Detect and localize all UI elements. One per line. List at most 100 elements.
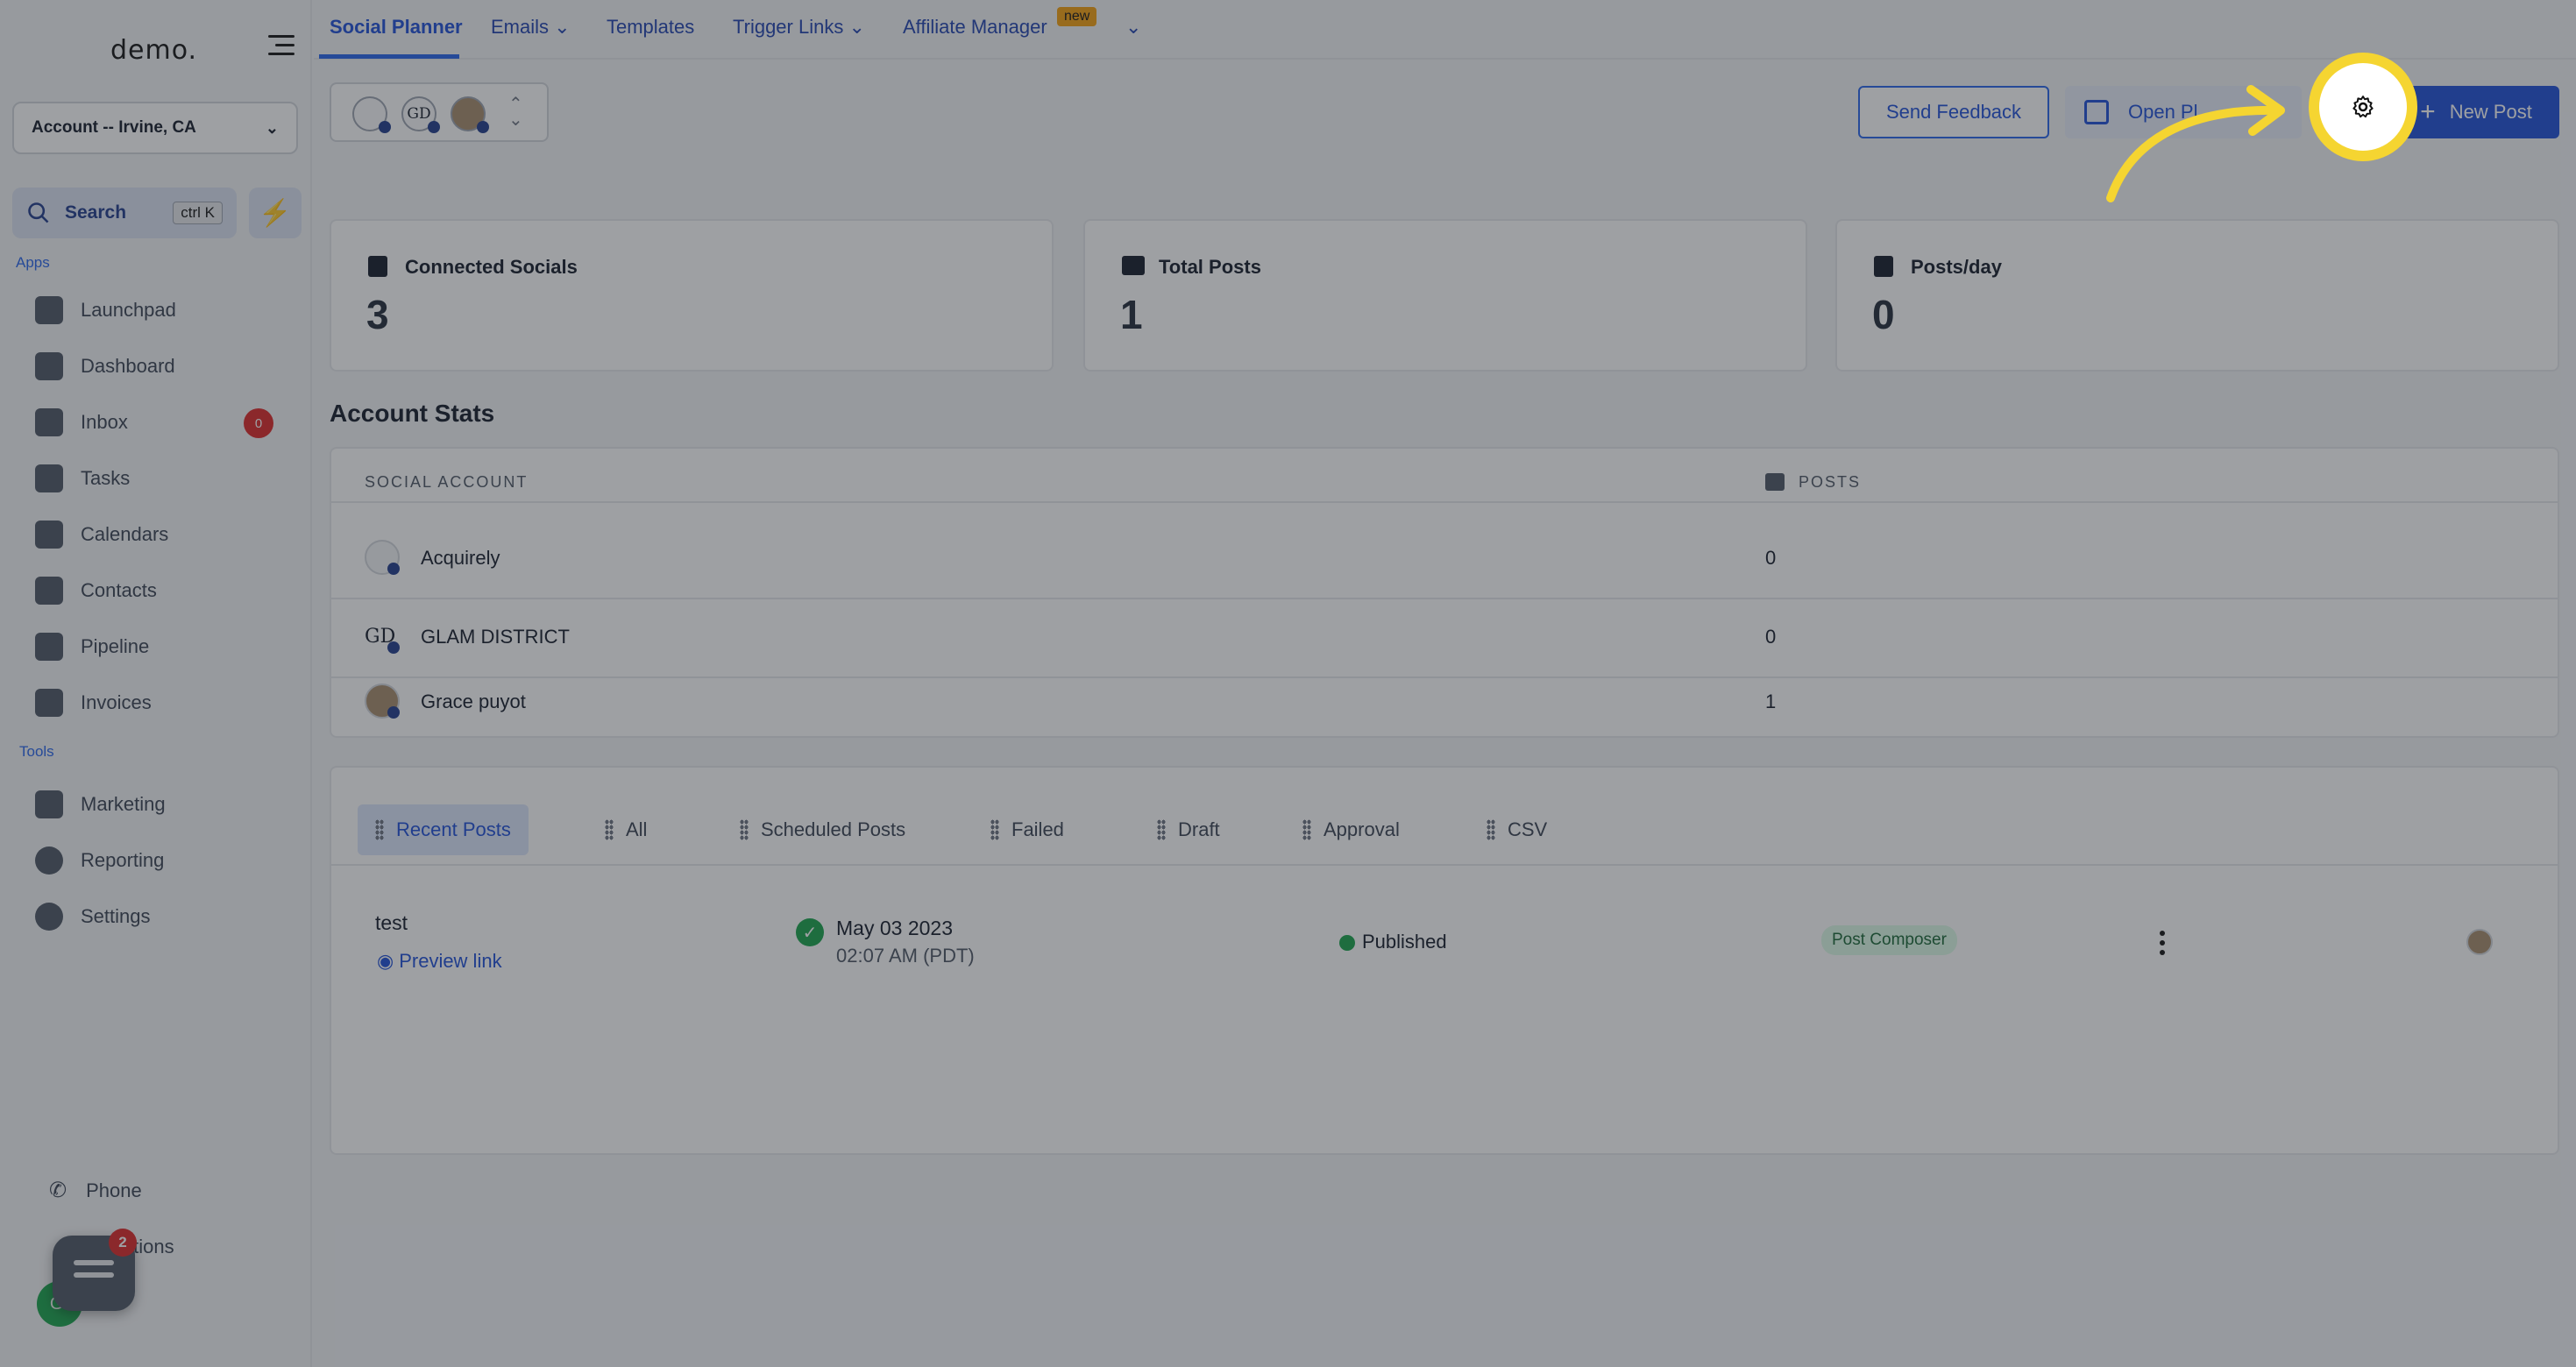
tab-label: Approval	[1323, 818, 1400, 840]
check-icon: ✓	[796, 918, 824, 946]
tab-scheduled-posts[interactable]: Scheduled Posts	[740, 804, 905, 855]
drag-handle-icon	[740, 819, 749, 840]
drag-handle-icon	[1157, 819, 1166, 840]
stat-value: 0	[1872, 292, 1895, 337]
top-navigation: Social Planner Emails ⌄ Templates Trigge…	[314, 0, 2576, 60]
nav-inbox[interactable]: Inbox	[35, 405, 128, 440]
nav-tasks[interactable]: Tasks	[35, 461, 130, 496]
sort-chevrons-icon: ⌃ ⌄	[508, 95, 523, 130]
post-date: May 03 2023	[836, 917, 953, 939]
send-feedback-button[interactable]: Send Feedback	[1858, 86, 2049, 138]
status-label: Published	[1362, 931, 1447, 953]
social-profile-picker[interactable]: GD ⌃ ⌄	[330, 82, 549, 142]
account-stats-title: Account Stats	[330, 400, 495, 427]
tab-templates[interactable]: Templates	[607, 16, 694, 39]
pie-chart-icon	[35, 846, 63, 875]
nav-phone[interactable]: ✆ Phone	[49, 1178, 142, 1203]
nav-reporting[interactable]: Reporting	[35, 843, 164, 878]
status-dot-icon	[1339, 935, 1355, 952]
nav-pipeline[interactable]: Pipeline	[35, 629, 149, 664]
contacts-icon	[35, 577, 63, 605]
invoice-icon	[35, 689, 63, 717]
new-badge: new	[1057, 7, 1097, 26]
tab-csv[interactable]: CSV	[1487, 804, 1547, 855]
stat-title: Total Posts	[1159, 256, 1261, 278]
stat-card-total-posts: Total Posts 1	[1083, 219, 1807, 372]
quick-actions-button[interactable]: ⚡	[249, 188, 302, 238]
account-posts: 1	[1765, 691, 1777, 712]
preview-link-label: Preview link	[399, 950, 502, 972]
tab-label: Trigger Links	[733, 16, 844, 38]
nav-label: Calendars	[81, 523, 169, 545]
tab-approval[interactable]: Approval	[1302, 804, 1400, 855]
tools-section-label: Tools	[19, 743, 54, 760]
nav-dashboard[interactable]: Dashboard	[35, 349, 175, 384]
account-switcher[interactable]: Account -- Irvine, CA ⌄	[12, 102, 298, 154]
nav-label: Tasks	[81, 467, 131, 489]
nav-launchpad[interactable]: Launchpad	[35, 293, 176, 328]
megaphone-icon	[35, 790, 63, 818]
menu-toggle-icon[interactable]	[268, 35, 295, 58]
linkedin-icon	[387, 706, 400, 719]
tab-label: Scheduled Posts	[761, 818, 906, 840]
status-badge: Published	[1339, 931, 1447, 953]
column-header-posts: POSTS	[1799, 473, 1862, 491]
post-time: 02:07 AM (PDT)	[836, 945, 975, 967]
more-tabs-chevron-icon[interactable]: ⌄	[1125, 16, 1141, 39]
tab-social-planner[interactable]: Social Planner	[330, 16, 463, 39]
sidebar: demo. Account -- Irvine, CA ⌄ Search ctr…	[0, 0, 312, 1367]
account-name: GLAM DISTRICT	[421, 626, 570, 648]
search-icon	[28, 202, 49, 223]
settings-button[interactable]	[2309, 53, 2417, 161]
more-options-icon[interactable]	[2160, 931, 2167, 960]
server-icon	[1122, 256, 1145, 275]
chevron-down-icon: ⌄	[265, 118, 279, 137]
tab-draft[interactable]: Draft	[1157, 804, 1220, 855]
drag-handle-icon	[990, 819, 999, 840]
server-icon	[1765, 473, 1785, 491]
account-name: Acquirely	[421, 547, 500, 569]
plus-icon: +	[2420, 97, 2436, 126]
account-stats-table: SOCIAL ACCOUNT POSTS Acquirely 0 GD GLAM…	[330, 447, 2559, 738]
nav-contacts[interactable]: Contacts	[35, 573, 157, 608]
nav-label: Pipeline	[81, 635, 150, 657]
nav-invoices[interactable]: Invoices	[35, 685, 152, 720]
linkedin-icon	[477, 121, 489, 133]
stat-value: 1	[1120, 292, 1143, 337]
nav-marketing[interactable]: Marketing	[35, 787, 166, 822]
chevron-down-icon: ⌄	[848, 16, 865, 38]
nav-settings[interactable]: Settings	[35, 899, 151, 934]
facebook-icon	[428, 121, 440, 133]
tab-all[interactable]: All	[605, 804, 647, 855]
tab-emails[interactable]: Emails ⌄	[491, 16, 571, 39]
nav-calendars[interactable]: Calendars	[35, 517, 168, 552]
facebook-icon	[387, 641, 400, 654]
tab-recent-posts[interactable]: Recent Posts	[358, 804, 529, 855]
tab-label: Failed	[1011, 818, 1064, 840]
new-post-button[interactable]: + New Post	[2393, 86, 2559, 138]
tab-trigger-links[interactable]: Trigger Links ⌄	[733, 16, 865, 39]
stat-card-connected-socials: Connected Socials 3	[330, 219, 1054, 372]
tab-label: Emails	[491, 16, 550, 38]
bolt-icon: ⚡	[259, 198, 292, 228]
search-button[interactable]: Search ctrl K	[12, 188, 237, 238]
layout-icon	[1874, 256, 1893, 277]
drag-handle-icon	[375, 819, 384, 840]
eye-icon: ◉	[377, 950, 394, 972]
tab-failed[interactable]: Failed	[990, 804, 1064, 855]
facebook-icon	[379, 121, 391, 133]
rocket-icon	[35, 296, 63, 324]
post-account-avatar	[2466, 929, 2493, 955]
preview-link[interactable]: ◉ Preview link	[377, 950, 502, 973]
nav-label: Settings	[81, 905, 151, 927]
tab-affiliate-manager[interactable]: Affiliate Manager	[903, 16, 1047, 39]
gear-icon	[35, 903, 63, 931]
account-posts: 0	[1765, 626, 1777, 648]
chevron-down-icon: ⌄	[554, 16, 571, 38]
posts-panel: Recent Posts All Scheduled Posts Failed …	[330, 766, 2559, 1155]
pointer-arrow-icon	[2106, 85, 2285, 202]
facebook-icon	[387, 563, 400, 575]
nav-label: Invoices	[81, 691, 152, 713]
tab-label: Recent Posts	[396, 818, 511, 840]
inbox-icon	[35, 408, 63, 436]
